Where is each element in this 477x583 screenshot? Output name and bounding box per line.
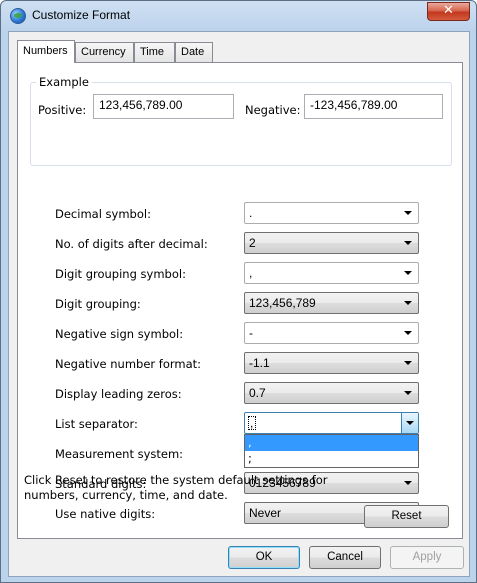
measurement-system-label: Measurement system:: [55, 447, 184, 461]
digit-grouping-value: 123,456,789: [249, 296, 316, 310]
tab-date[interactable]: Date: [175, 42, 213, 62]
list-separator-dropdown-button[interactable]: [401, 413, 418, 433]
example-group: Example Positive: 123,456,789.00 Negativ…: [30, 75, 452, 166]
negative-number-format-combo[interactable]: -1.1: [244, 352, 419, 374]
tab-currency[interactable]: Currency: [75, 42, 134, 62]
list-separator-value: ,: [250, 416, 254, 430]
positive-label: Positive:: [38, 103, 87, 117]
chevron-down-icon: [404, 241, 412, 245]
digit-grouping-label: Digit grouping:: [55, 297, 141, 311]
decimal-symbol-value: .: [249, 206, 253, 220]
dialog-body: Numbers Currency Time Date Example Posit…: [8, 31, 470, 577]
digits-after-decimal-value: 2: [249, 236, 256, 250]
positive-example-field: 123,456,789.00: [93, 94, 234, 119]
digit-grouping-combo[interactable]: 123,456,789: [244, 292, 419, 314]
negative-sign-symbol-combo[interactable]: -: [244, 322, 419, 344]
digit-grouping-symbol-combo[interactable]: ,: [244, 262, 419, 284]
leading-zeros-combo[interactable]: 0.7: [244, 382, 419, 404]
dropdown-option-semicolon[interactable]: ;: [245, 451, 418, 467]
native-digits-label: Use native digits:: [55, 507, 156, 521]
list-separator-dropdown: , ;: [244, 434, 419, 468]
example-group-label: Example: [36, 75, 92, 89]
digits-after-decimal-label: No. of digits after decimal:: [55, 237, 208, 251]
ok-button[interactable]: OK: [228, 546, 300, 569]
negative-number-format-label: Negative number format:: [55, 357, 202, 371]
tab-numbers[interactable]: Numbers: [17, 40, 75, 63]
decimal-symbol-combo[interactable]: .: [244, 202, 419, 224]
dropdown-option-comma[interactable]: ,: [245, 435, 418, 451]
numbers-panel: Example Positive: 123,456,789.00 Negativ…: [17, 62, 463, 539]
negative-sign-symbol-label: Negative sign symbol:: [55, 327, 184, 341]
negative-label: Negative:: [245, 103, 301, 117]
negative-number-format-value: -1.1: [249, 356, 270, 370]
customize-format-window: Customize Format ✕ Numbers Currency Time…: [0, 0, 477, 583]
reset-button[interactable]: Reset: [364, 505, 449, 528]
tab-time[interactable]: Time: [134, 42, 175, 62]
list-separator-combo[interactable]: ,: [244, 412, 419, 434]
apply-button[interactable]: Apply: [390, 546, 464, 569]
close-button[interactable]: ✕: [427, 2, 470, 21]
leading-zeros-value: 0.7: [249, 386, 266, 400]
list-separator-label: List separator:: [55, 417, 138, 431]
reset-description: Click Reset to restore the system defaul…: [24, 473, 328, 502]
chevron-down-icon: [404, 361, 412, 365]
window-title: Customize Format: [32, 8, 131, 22]
negative-example-field: -123,456,789.00: [304, 94, 443, 119]
decimal-symbol-label: Decimal symbol:: [55, 207, 151, 221]
chevron-down-icon: [404, 481, 412, 485]
native-digits-value: Never: [249, 506, 282, 520]
digit-grouping-symbol-label: Digit grouping symbol:: [55, 267, 186, 281]
chevron-down-icon: [404, 211, 412, 215]
chevron-down-icon: [404, 301, 412, 305]
digit-grouping-symbol-value: ,: [249, 266, 253, 280]
chevron-down-icon: [404, 271, 412, 275]
chevron-down-icon: [406, 421, 414, 425]
globe-icon: [10, 8, 26, 24]
negative-sign-symbol-value: -: [249, 326, 253, 340]
digits-after-decimal-combo[interactable]: 2: [244, 232, 419, 254]
leading-zeros-label: Display leading zeros:: [55, 387, 182, 401]
title-bar[interactable]: Customize Format ✕: [1, 1, 476, 31]
chevron-down-icon: [404, 331, 412, 335]
chevron-down-icon: [404, 391, 412, 395]
cancel-button[interactable]: Cancel: [309, 546, 381, 569]
